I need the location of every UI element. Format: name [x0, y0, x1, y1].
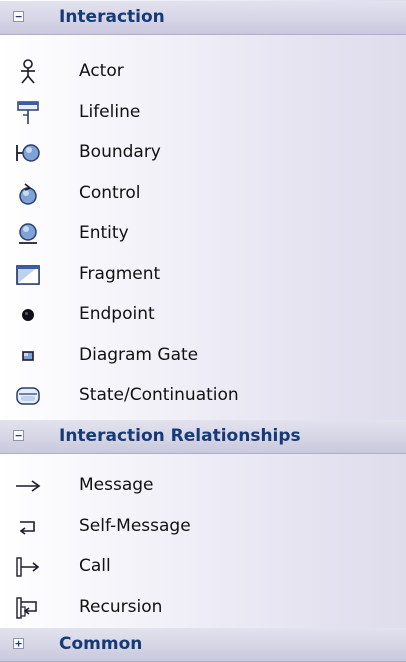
- item-label: Control: [79, 182, 141, 203]
- item-label: Diagram Gate: [79, 344, 199, 365]
- fragment-icon: [14, 262, 42, 288]
- call-icon: [14, 554, 42, 580]
- toolbox-item-recursion[interactable]: Recursion: [0, 588, 406, 629]
- item-label: Boundary: [79, 142, 161, 162]
- section-header-interaction[interactable]: − Interaction: [0, 1, 406, 35]
- toolbox-item-state-continuation[interactable]: State/Continuation: [0, 376, 406, 417]
- item-label: Actor: [79, 61, 124, 81]
- toolbox-item-diagram-gate[interactable]: Diagram Gate: [0, 336, 406, 377]
- item-label: Entity: [79, 223, 129, 243]
- endpoint-icon: [14, 302, 42, 328]
- toolbox-item-call[interactable]: Call: [0, 547, 406, 588]
- item-label: Self-Message: [79, 515, 191, 536]
- toolbox-item-fragment[interactable]: Fragment: [0, 255, 406, 296]
- entity-icon: [14, 221, 42, 247]
- section-header-interaction-relationships[interactable]: − Interaction Relationships: [0, 420, 406, 454]
- toolbox-item-actor[interactable]: Actor: [0, 52, 406, 93]
- recursion-icon: [14, 595, 42, 621]
- item-label: Message: [79, 475, 154, 495]
- collapse-toggle-icon[interactable]: −: [13, 11, 24, 22]
- section-common: + Common: [0, 628, 406, 662]
- section-title: Interaction Relationships: [59, 426, 301, 446]
- actor-icon: [14, 59, 42, 85]
- lifeline-icon: [14, 100, 42, 126]
- expand-toggle-icon[interactable]: +: [13, 638, 24, 649]
- item-label: Fragment: [79, 263, 161, 284]
- toolbox-panel: − Interaction Actor Lifeline Boundary Co…: [0, 0, 406, 662]
- item-label: Call: [79, 556, 111, 576]
- toolbox-item-control[interactable]: Control: [0, 174, 406, 215]
- diagram-gate-icon: [14, 343, 42, 369]
- toolbox-item-message[interactable]: Message: [0, 466, 406, 507]
- self-message-icon: [14, 514, 42, 540]
- message-arrow-icon: [14, 473, 42, 499]
- collapse-toggle-icon[interactable]: −: [13, 430, 24, 441]
- toolbox-item-endpoint[interactable]: Endpoint: [0, 295, 406, 336]
- section-items-interaction: Actor Lifeline Boundary Control Entity F…: [0, 52, 406, 417]
- section-interaction-relationships: − Interaction Relationships: [0, 420, 406, 454]
- toolbox-item-entity[interactable]: Entity: [0, 214, 406, 255]
- item-label: Recursion: [79, 596, 163, 617]
- item-label: State/Continuation: [79, 385, 239, 405]
- section-header-common[interactable]: + Common: [0, 628, 406, 662]
- section-title: Common: [59, 634, 143, 654]
- toolbox-item-lifeline[interactable]: Lifeline: [0, 93, 406, 134]
- control-icon: [14, 181, 42, 207]
- section-items-interaction-relationships: Message Self-Message Call Recursion: [0, 466, 406, 628]
- boundary-icon: [14, 140, 42, 166]
- item-label: Endpoint: [79, 304, 155, 324]
- section-title: Interaction: [59, 7, 165, 27]
- section-interaction: − Interaction: [0, 0, 406, 35]
- state-continuation-icon: [14, 383, 42, 409]
- toolbox-item-self-message[interactable]: Self-Message: [0, 507, 406, 548]
- item-label: Lifeline: [79, 101, 141, 122]
- toolbox-item-boundary[interactable]: Boundary: [0, 133, 406, 174]
